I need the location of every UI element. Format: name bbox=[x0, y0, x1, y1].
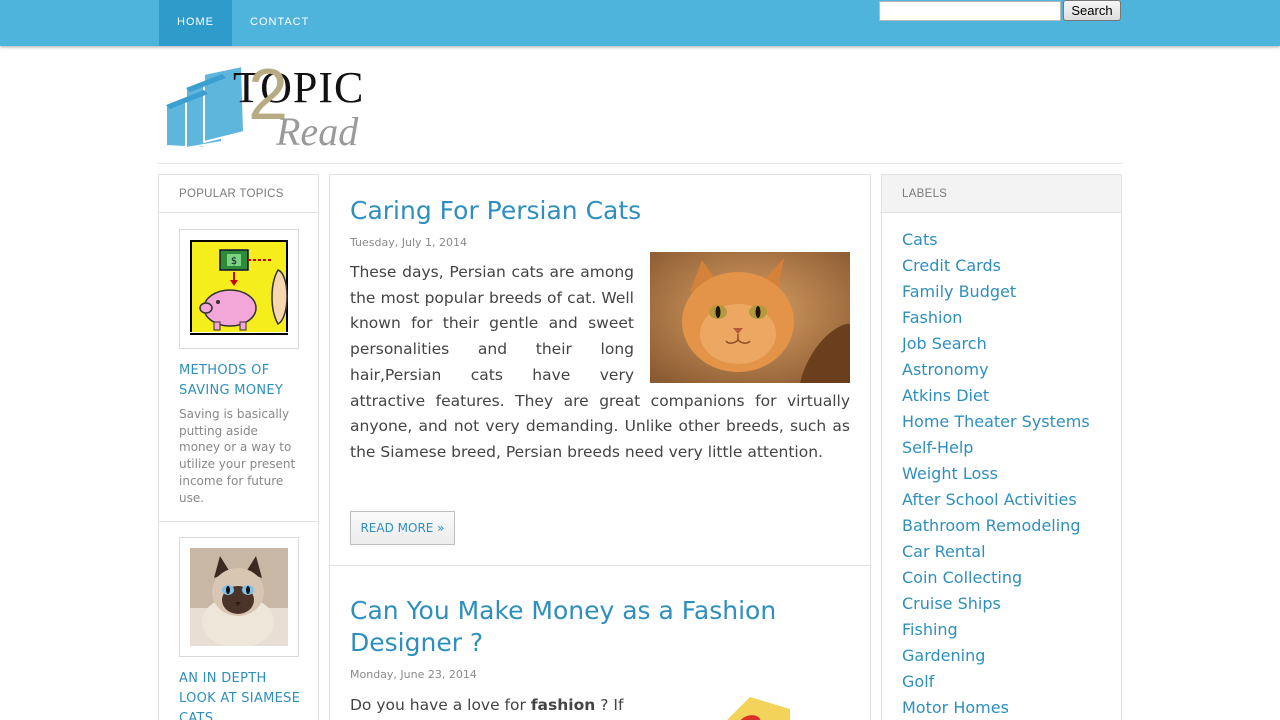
topic-description: Saving is basically putting aside money … bbox=[179, 407, 296, 505]
topic-thumbnail[interactable]: $ bbox=[179, 229, 299, 349]
top-navigation-bar: HOME CONTACT Search bbox=[0, 0, 1280, 46]
label-link[interactable]: Fishing bbox=[902, 617, 1090, 643]
post-divider bbox=[330, 565, 870, 566]
label-link[interactable]: Cruise Ships bbox=[902, 591, 1090, 617]
popular-topics-heading: POPULAR TOPICS bbox=[159, 175, 318, 213]
nav-home-link[interactable]: HOME bbox=[159, 0, 232, 46]
popular-topic-item: AN IN DEPTH LOOK AT SIAMESE CATS bbox=[179, 537, 301, 720]
label-link[interactable]: Fashion bbox=[902, 305, 1090, 331]
post-excerpt-start: Do you have a love for bbox=[350, 696, 526, 714]
siamese-cat-photo bbox=[190, 548, 288, 646]
persian-cat-photo[interactable] bbox=[650, 252, 850, 383]
topic-title-link[interactable]: AN IN DEPTH LOOK AT SIAMESE CATS bbox=[179, 669, 301, 720]
label-link[interactable]: Home Theater Systems bbox=[902, 409, 1090, 435]
piggy-bank-icon: $ bbox=[190, 240, 288, 338]
labels-heading: LABELS bbox=[882, 175, 1121, 213]
site-logo[interactable]: TOPIC 2 Read bbox=[164, 55, 384, 154]
read-more-button[interactable]: READ MORE » bbox=[350, 511, 455, 545]
label-link[interactable]: Family Budget bbox=[902, 279, 1090, 305]
post-date: Monday, June 23, 2014 bbox=[350, 668, 477, 681]
posts-column: Caring For Persian Cats Tuesday, July 1,… bbox=[329, 174, 871, 720]
label-link[interactable]: Gardening bbox=[902, 643, 1090, 669]
label-link[interactable]: Coin Collecting bbox=[902, 565, 1090, 591]
label-link[interactable]: Weight Loss bbox=[902, 461, 1090, 487]
logo-text-read: Read bbox=[276, 109, 359, 154]
labels-widget: LABELS Cats Credit Cards Family Budget F… bbox=[881, 174, 1122, 720]
label-link[interactable]: Golf bbox=[902, 669, 1090, 695]
search-input[interactable] bbox=[879, 1, 1061, 21]
search-button[interactable]: Search bbox=[1063, 0, 1121, 21]
main-menu: HOME CONTACT bbox=[159, 0, 327, 46]
post-excerpt-end: ? If bbox=[600, 696, 624, 714]
nav-contact-link[interactable]: CONTACT bbox=[232, 0, 327, 46]
popular-topics-widget: POPULAR TOPICS $ METHODS OF SAVING MONEY… bbox=[158, 174, 319, 720]
topic-divider bbox=[159, 521, 318, 522]
post-excerpt: Do you have a love for fashion ? If bbox=[350, 693, 665, 719]
label-link[interactable]: Atkins Diet bbox=[902, 383, 1090, 409]
post-date: Tuesday, July 1, 2014 bbox=[350, 236, 468, 249]
label-link[interactable]: Credit Cards bbox=[902, 253, 1090, 279]
topic-thumbnail[interactable] bbox=[179, 537, 299, 657]
label-link[interactable]: Cats bbox=[902, 227, 1090, 253]
label-link[interactable]: After School Activities bbox=[902, 487, 1090, 513]
label-link[interactable]: Job Search bbox=[902, 331, 1090, 357]
popular-topic-item: $ METHODS OF SAVING MONEY Saving is basi… bbox=[179, 229, 301, 506]
post-title-link[interactable]: Caring For Persian Cats bbox=[350, 195, 850, 227]
label-link[interactable]: Astronomy bbox=[902, 357, 1090, 383]
label-link[interactable]: Self-Help bbox=[902, 435, 1090, 461]
content-divider bbox=[158, 163, 1122, 164]
label-link[interactable]: Car Rental bbox=[902, 539, 1090, 565]
post-excerpt: These days, Persian cats are among the m… bbox=[350, 252, 850, 466]
label-link[interactable]: Motor Homes bbox=[902, 695, 1090, 720]
post-title-link[interactable]: Can You Make Money as a Fashion Designer… bbox=[350, 595, 850, 659]
label-link[interactable]: Bathroom Remodeling bbox=[902, 513, 1090, 539]
labels-list: Cats Credit Cards Family Budget Fashion … bbox=[902, 227, 1090, 720]
topic-title-link[interactable]: METHODS OF SAVING MONEY bbox=[179, 361, 301, 401]
fashion-illustration[interactable] bbox=[710, 697, 790, 720]
post-excerpt-bold: fashion bbox=[530, 696, 596, 714]
svg-text:$: $ bbox=[231, 256, 237, 267]
